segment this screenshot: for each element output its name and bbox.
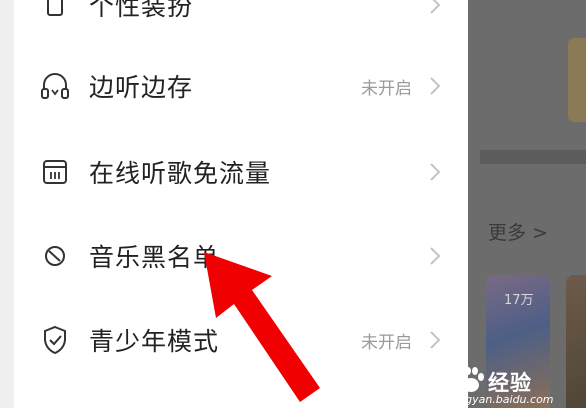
shirt-icon xyxy=(40,0,70,20)
menu-item-label: 边听边存 xyxy=(89,73,194,102)
background-divider xyxy=(480,150,586,164)
status-text: 未开启 xyxy=(361,332,412,353)
chevron-right-icon xyxy=(428,75,442,97)
menu-item-music-blacklist[interactable]: 音乐黑名单 xyxy=(14,221,468,291)
menu-item-label: 在线听歌免流量 xyxy=(89,159,272,188)
drawer-left-gutter xyxy=(0,0,14,408)
menu-item-label: 音乐黑名单 xyxy=(89,243,220,272)
background-banner-card xyxy=(568,38,586,122)
menu-item-teen-mode[interactable]: 青少年模式 未开启 xyxy=(14,305,468,375)
chevron-right-icon xyxy=(428,329,442,351)
chevron-right-icon xyxy=(428,245,442,267)
background-play-count: 17万 xyxy=(504,293,534,308)
menu-item-free-data-streaming[interactable]: 在线听歌免流量 xyxy=(14,137,468,207)
menu-item-personal-dressup[interactable]: 个性装扮 xyxy=(14,0,468,40)
block-icon xyxy=(40,241,70,271)
status-text: 未开启 xyxy=(361,78,412,99)
background-more-link: 更多 > xyxy=(488,222,548,244)
menu-item-listen-and-save[interactable]: 边听边存 未开启 xyxy=(14,51,468,121)
baidu-paw-icon xyxy=(459,367,484,392)
baidu-jingyan-watermark: 经验 jingyan.baidu.com xyxy=(452,366,586,408)
chevron-right-icon xyxy=(428,161,442,183)
watermark-url: jingyan.baidu.com xyxy=(452,393,554,406)
chevron-right-icon xyxy=(428,0,442,16)
headphones-icon xyxy=(40,71,70,101)
menu-item-label: 青少年模式 xyxy=(89,327,220,356)
shield-check-icon xyxy=(40,325,70,355)
side-drawer-menu: 个性装扮 边听边存 未开启 在线听歌免流量 音乐黑名单 青少年模式 未开启 xyxy=(14,0,468,408)
sim-card-icon xyxy=(40,157,70,187)
menu-item-label: 个性装扮 xyxy=(89,0,194,21)
